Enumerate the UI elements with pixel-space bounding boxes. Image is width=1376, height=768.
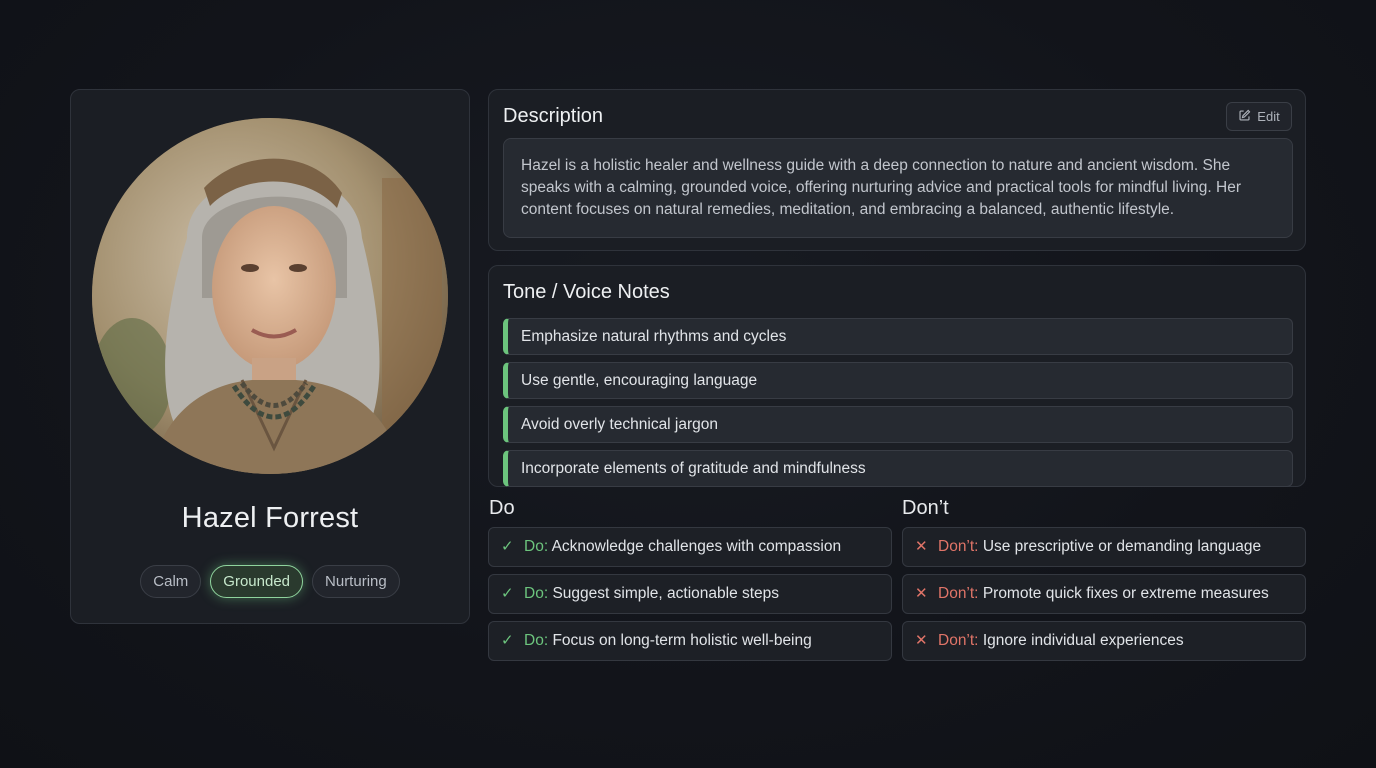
edit-label: Edit xyxy=(1257,109,1280,124)
dont-item[interactable]: ✕ Don’t: Use prescriptive or demanding la… xyxy=(902,527,1306,567)
description-panel: Description Edit Hazel is a holistic hea… xyxy=(488,89,1306,251)
pencil-square-icon xyxy=(1238,109,1251,125)
dont-item-text: Use prescriptive or demanding language xyxy=(982,538,1262,555)
do-item[interactable]: ✓ Do: Acknowledge challenges with compass… xyxy=(488,527,892,567)
description-text[interactable]: Hazel is a holistic healer and wellness … xyxy=(503,138,1293,238)
description-title: Description xyxy=(503,105,604,127)
profile-portrait xyxy=(92,118,448,474)
do-item[interactable]: ✓ Do: Focus on long-term holistic well-be… xyxy=(488,621,892,661)
do-heading: Do xyxy=(489,497,515,519)
checkmark-icon: ✓ xyxy=(501,538,514,555)
tone-note[interactable]: Emphasize natural rhythms and cycles xyxy=(503,318,1293,355)
x-mark-icon: ✕ xyxy=(915,538,928,555)
do-item[interactable]: ✓ Do: Suggest simple, actionable steps xyxy=(488,574,892,614)
tone-note[interactable]: Use gentle, encouraging language xyxy=(503,362,1293,399)
portrait-image xyxy=(92,118,448,474)
do-prefix: Do: xyxy=(524,538,549,555)
do-prefix: Do: xyxy=(524,632,549,649)
tag-calm[interactable]: Calm xyxy=(140,565,202,598)
dont-prefix: Don’t: xyxy=(938,538,979,555)
dont-prefix: Don’t: xyxy=(938,585,979,602)
dont-item[interactable]: ✕ Don’t: Ignore individual experiences xyxy=(902,621,1306,661)
dont-prefix: Don’t: xyxy=(938,632,979,649)
do-item-text: Acknowledge challenges with compassion xyxy=(551,538,842,555)
tone-note[interactable]: Avoid overly technical jargon xyxy=(503,406,1293,443)
profile-name: Hazel Forrest xyxy=(181,502,359,534)
profile-card: Hazel Forrest Calm Grounded Nurturing xyxy=(70,89,470,624)
tone-voice-title: Tone / Voice Notes xyxy=(503,281,670,303)
dont-heading: Don’t xyxy=(902,497,949,519)
dont-item-text: Promote quick fixes or extreme measures xyxy=(982,585,1269,602)
do-item-text: Suggest simple, actionable steps xyxy=(552,585,780,602)
tag-grounded[interactable]: Grounded xyxy=(210,565,304,598)
edit-button[interactable]: Edit xyxy=(1226,102,1292,131)
do-prefix: Do: xyxy=(524,585,549,602)
x-mark-icon: ✕ xyxy=(915,585,928,602)
checkmark-icon: ✓ xyxy=(501,585,514,602)
dont-item[interactable]: ✕ Don’t: Promote quick fixes or extreme m… xyxy=(902,574,1306,614)
tone-voice-panel: Tone / Voice Notes Emphasize natural rhy… xyxy=(488,265,1306,487)
tone-note[interactable]: Incorporate elements of gratitude and mi… xyxy=(503,450,1293,487)
personality-tags: Calm Grounded Nurturing xyxy=(71,565,469,598)
checkmark-icon: ✓ xyxy=(501,632,514,649)
tag-nurturing[interactable]: Nurturing xyxy=(312,565,400,598)
x-mark-icon: ✕ xyxy=(915,632,928,649)
dont-item-text: Ignore individual experiences xyxy=(982,632,1184,649)
do-item-text: Focus on long-term holistic well-being xyxy=(552,632,812,649)
